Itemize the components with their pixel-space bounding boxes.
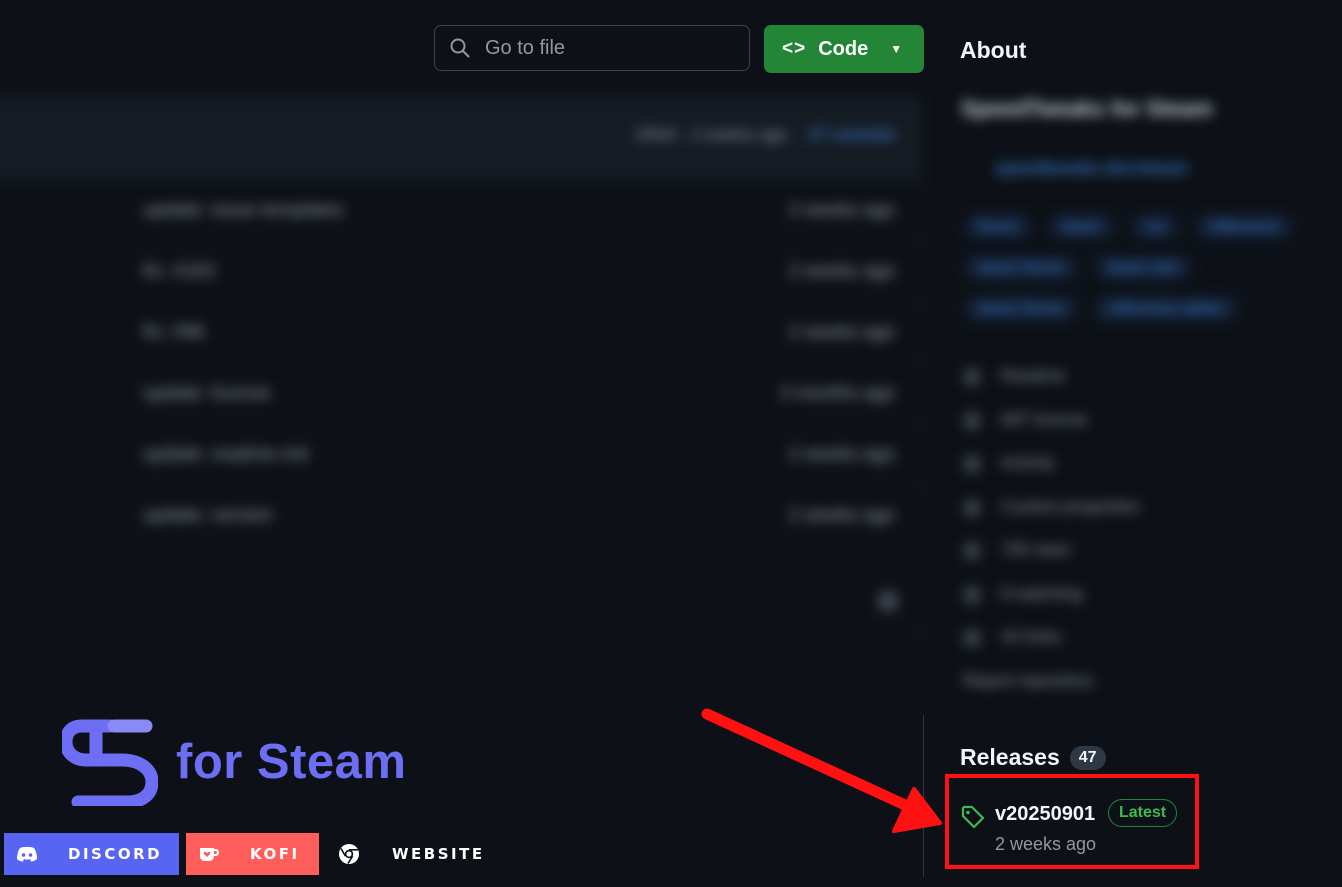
commit-message[interactable]: update: readme.md <box>143 444 308 466</box>
readme-link[interactable]: Readme <box>959 366 1325 410</box>
commit-time: 2 weeks ago <box>788 261 895 282</box>
topic-tag[interactable]: steam-theme <box>963 295 1079 322</box>
highlight-box <box>945 774 1199 869</box>
file-row[interactable]: update: readme.md 2 weeks ago <box>0 424 921 485</box>
report-repository-link[interactable]: Report repository <box>959 671 1325 715</box>
releases-heading[interactable]: Releases 47 <box>960 744 1106 771</box>
about-heading: About <box>960 37 1027 63</box>
website-button[interactable]: WEBSITE <box>330 833 495 875</box>
code-button[interactable]: <> Code ▼ <box>764 25 924 73</box>
topic-tag[interactable]: millennium-addon <box>1092 295 1239 322</box>
kofi-button[interactable]: KOFI <box>186 833 319 875</box>
commit-message[interactable]: fix: #96 <box>143 322 204 344</box>
forks-link[interactable]: 42 forks <box>959 627 1325 671</box>
topic-tag[interactable]: steam-theme <box>963 254 1079 281</box>
search-icon <box>450 38 470 58</box>
kofi-cup-icon <box>200 848 219 861</box>
topic-tag[interactable]: css <box>1129 213 1181 240</box>
st-logo-icon <box>62 719 158 806</box>
stars-link[interactable]: 705 stars <box>959 540 1325 584</box>
outline-icon[interactable] <box>877 590 899 612</box>
releases-title[interactable]: Releases <box>960 744 1060 771</box>
brand-title: for Steam <box>176 735 407 789</box>
file-row[interactable]: fix: #163 2 weeks ago <box>0 241 921 302</box>
file-list: 1f0e0 · 2 weeks ago 47 commits update: i… <box>0 96 922 540</box>
commit-message[interactable]: fix: #163 <box>143 261 215 283</box>
topic-tag[interactable]: steam <box>1046 213 1116 240</box>
website-link[interactable]: speedtweaks.dev/steam <box>995 158 1325 179</box>
latest-commit-bar: 1f0e0 · 2 weeks ago 47 commits <box>0 97 921 180</box>
file-row[interactable]: update: version 2 weeks ago <box>0 485 921 539</box>
sidebar-divider <box>923 715 924 877</box>
file-row[interactable]: update: issue templates 2 weeks ago <box>0 180 921 241</box>
kofi-label: KOFI <box>250 845 300 863</box>
search-input[interactable] <box>483 35 737 61</box>
topic-tag[interactable]: theme <box>963 213 1033 240</box>
topic-tag[interactable]: steam-skin <box>1092 254 1194 281</box>
discord-icon <box>17 846 37 862</box>
commit-message[interactable]: update: version <box>143 505 273 527</box>
license-link[interactable]: MIT license <box>959 410 1325 454</box>
commit-time: 2 weeks ago <box>788 200 895 221</box>
chevron-down-icon: ▼ <box>890 42 903 56</box>
readme-toolbar <box>0 568 921 635</box>
watchers-link[interactable]: 8 watching <box>959 584 1325 628</box>
discord-button[interactable]: DISCORD <box>4 833 179 875</box>
topic-list: theme steam css millennium steam-theme s… <box>963 213 1313 322</box>
commit-time: 2 weeks ago <box>788 505 895 526</box>
code-button-label: Code <box>818 37 869 60</box>
commit-message[interactable]: update: issue templates <box>143 200 344 222</box>
about-section: SpeedTweaks for Steam speedtweaks.dev/st… <box>955 90 1325 690</box>
commit-time: 3 months ago <box>779 383 895 404</box>
website-label: WEBSITE <box>392 845 485 863</box>
file-row[interactable]: fix: #96 2 weeks ago <box>0 302 921 363</box>
go-to-file-search[interactable] <box>434 25 750 71</box>
activity-link[interactable]: Activity <box>959 453 1325 497</box>
commit-message[interactable]: update: license <box>143 383 271 405</box>
commit-time: 2 weeks ago <box>691 125 788 144</box>
commits-link[interactable]: 47 commits <box>808 125 895 144</box>
about-links: Readme MIT license Activity Custom prope… <box>959 366 1325 714</box>
chrome-icon <box>339 844 359 864</box>
commit-time: 2 weeks ago <box>788 444 895 465</box>
repo-description: SpeedTweaks for Steam <box>961 96 1213 121</box>
topic-tag[interactable]: millennium <box>1194 213 1294 240</box>
commit-time: 2 weeks ago <box>788 322 895 343</box>
code-icon: <> <box>782 38 807 59</box>
file-row[interactable]: update: license 3 months ago <box>0 363 921 424</box>
custom-properties-link[interactable]: Custom properties <box>959 497 1325 541</box>
releases-count-badge: 47 <box>1069 745 1106 770</box>
commit-hash[interactable]: 1f0e0 <box>634 125 677 144</box>
discord-label: DISCORD <box>68 845 163 863</box>
